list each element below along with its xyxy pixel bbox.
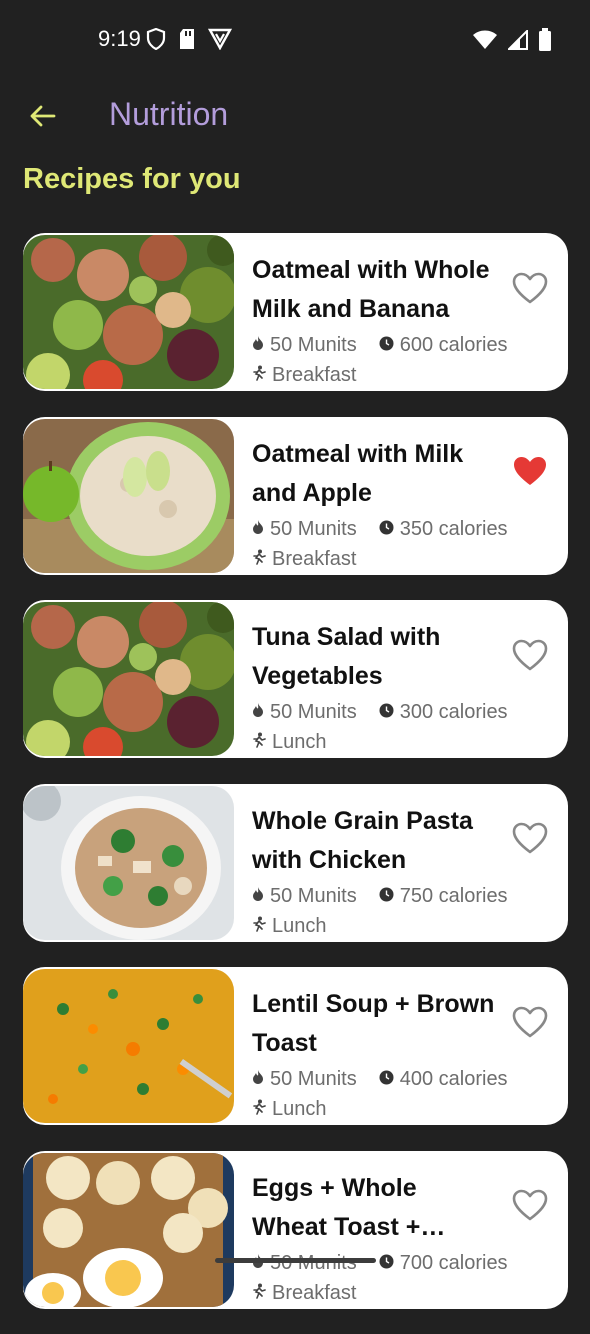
recipe-image <box>23 785 234 940</box>
shield-icon <box>146 27 166 55</box>
heart-outline-icon <box>512 822 548 859</box>
recipe-title: Tuna Salad with Vegetables <box>252 623 441 690</box>
heart-outline-icon <box>512 272 548 309</box>
recipe-meal: Lunch <box>272 914 327 937</box>
recipe-calories: 400 calories <box>399 1068 508 1090</box>
recipe-calories: 350 calories <box>399 517 508 540</box>
favorite-button[interactable] <box>509 269 551 311</box>
recipe-image <box>23 418 234 573</box>
sd-card-icon <box>178 28 196 55</box>
heart-filled-icon <box>512 455 548 492</box>
recipe-duration: 50 Munits <box>270 884 357 907</box>
flame-icon <box>252 334 270 357</box>
recipe-meal: Breakfast <box>272 364 357 386</box>
recipe-duration: 50 Munits <box>270 1068 357 1090</box>
recipe-card[interactable]: Whole Grain Pasta with Chicken 50 Munits… <box>23 783 568 942</box>
clock-icon <box>379 885 400 908</box>
recipe-card[interactable]: Lentil Soup + Brown Toast 50 Munits 400 … <box>23 967 568 1125</box>
recipe-calories: 300 calories <box>399 701 508 723</box>
clock-icon <box>379 701 400 724</box>
recipe-calories: 750 calories <box>399 884 508 907</box>
favorite-button[interactable] <box>509 453 551 495</box>
flame-icon <box>252 518 270 541</box>
running-icon <box>252 364 272 387</box>
favorite-button[interactable] <box>509 1003 551 1045</box>
recipe-card[interactable]: Oatmeal with Milk and Apple 50 Munits 35… <box>23 416 568 575</box>
recipe-calories: 600 calories <box>399 334 508 356</box>
vpn-icon <box>207 28 233 55</box>
recipe-card[interactable]: Tuna Salad with Vegetables 50 Munits 300… <box>23 600 568 758</box>
clock-icon <box>379 518 400 541</box>
flame-icon <box>252 885 270 908</box>
favorite-button[interactable] <box>509 1187 551 1229</box>
running-icon <box>252 731 272 754</box>
running-icon <box>252 1098 272 1121</box>
recipe-title: Eggs + Whole Wheat Toast + Peanut Butter <box>252 1173 421 1241</box>
recipe-list: Oatmeal with Whole Milk and Banana 50 Mu… <box>23 233 568 1334</box>
flame-icon <box>252 1068 270 1091</box>
clock-icon <box>379 1252 400 1275</box>
section-title: Recipes for you <box>23 163 241 195</box>
battery-icon <box>538 28 552 57</box>
favorite-button[interactable] <box>509 820 551 862</box>
recipe-title: Oatmeal with Milk and Apple <box>252 439 464 507</box>
running-icon <box>252 915 272 938</box>
recipe-meal: Breakfast <box>272 547 357 570</box>
recipe-meal: Lunch <box>272 1098 327 1120</box>
arrow-back-icon <box>28 104 56 133</box>
flame-icon <box>252 1252 270 1275</box>
recipe-image <box>23 235 234 389</box>
clock-icon <box>379 1068 400 1091</box>
heart-outline-icon <box>512 1189 548 1226</box>
heart-outline-icon <box>512 1006 548 1043</box>
recipe-title: Lentil Soup + Brown Toast <box>252 990 495 1057</box>
heart-outline-icon <box>512 639 548 676</box>
status-time: 9:19 <box>98 26 141 51</box>
recipe-duration: 50 Munits <box>270 1252 357 1275</box>
recipe-meal: Breakfast <box>272 1281 357 1304</box>
recipe-duration: 50 Munits <box>270 517 357 540</box>
wifi-icon <box>472 30 498 55</box>
recipe-image <box>23 602 234 756</box>
home-indicator[interactable] <box>215 1258 376 1263</box>
signal-icon <box>506 28 528 55</box>
app-bar: Nutrition <box>0 88 590 148</box>
recipe-image <box>23 1152 234 1307</box>
running-icon <box>252 1282 272 1305</box>
recipe-image <box>23 969 234 1123</box>
recipe-meal: Lunch <box>272 731 327 753</box>
back-button[interactable] <box>22 98 62 138</box>
recipe-title: Oatmeal with Whole Milk and Banana <box>252 256 490 323</box>
running-icon <box>252 548 272 571</box>
recipe-card[interactable]: Oatmeal with Whole Milk and Banana 50 Mu… <box>23 233 568 391</box>
favorite-button[interactable] <box>509 636 551 678</box>
recipe-title: Whole Grain Pasta with Chicken <box>252 806 473 874</box>
recipe-calories: 700 calories <box>399 1251 508 1274</box>
clock-icon <box>379 334 400 357</box>
recipe-card[interactable]: Eggs + Whole Wheat Toast + Peanut Butter… <box>23 1150 568 1309</box>
status-bar: 9:19 <box>0 0 590 78</box>
page-title: Nutrition <box>109 96 229 132</box>
recipe-duration: 50 Munits <box>270 701 357 723</box>
flame-icon <box>252 701 270 724</box>
recipe-duration: 50 Munits <box>270 334 357 356</box>
